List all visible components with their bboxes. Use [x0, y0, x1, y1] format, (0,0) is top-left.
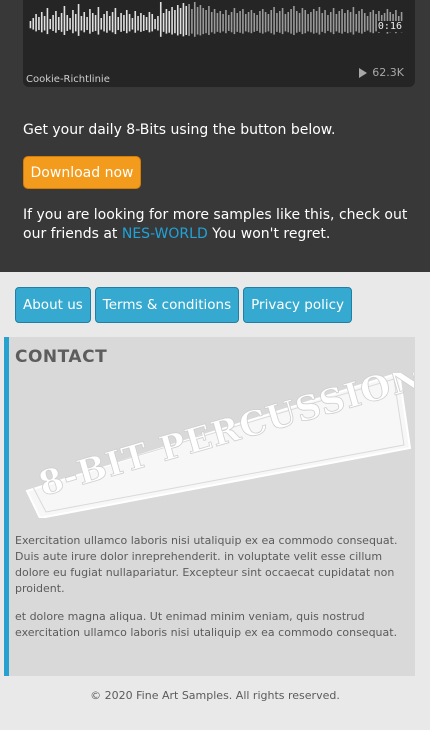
footer-nav: About us Terms & conditions Privacy poli… — [15, 287, 353, 323]
privacy-policy-button[interactable]: Privacy policy — [243, 287, 353, 323]
play-count: 62.3K — [359, 66, 404, 79]
contact-paragraph-1: Exercitation ullamco laboris nisi utaliq… — [15, 534, 398, 595]
copyright-footer: © 2020 Fine Art Samples. All rights rese… — [90, 689, 340, 702]
friends-text-after: You won't regret. — [207, 226, 331, 242]
terms-button[interactable]: Terms & conditions — [94, 287, 240, 323]
cookie-policy-link[interactable]: Cookie-Richtlinie — [26, 74, 110, 85]
contact-paragraph-2: et dolore magna aliqua. Ut enimad minim … — [15, 610, 398, 639]
download-button[interactable]: Download now — [23, 156, 141, 189]
intro-text: Get your daily 8-Bits using the button b… — [23, 122, 336, 138]
percussions-stamp-logo: 8-BIT PERCUSSIONS — [25, 373, 414, 518]
waveform[interactable] — [29, 0, 403, 52]
friends-text: If you are looking for more samples like… — [23, 206, 415, 244]
play-count-value: 62.3K — [372, 66, 404, 79]
audio-player[interactable]: 0:16 Cookie-Richtlinie 62.3K — [23, 0, 415, 87]
about-us-button[interactable]: About us — [15, 287, 91, 323]
contact-section: CONTACT 8-BIT PERCUSSIONS Exercitation u… — [4, 337, 415, 676]
play-icon — [359, 67, 368, 78]
contact-title: CONTACT — [15, 347, 108, 367]
dark-header-section: 0:16 Cookie-Richtlinie 62.3K Get your da… — [0, 0, 430, 272]
nes-world-link[interactable]: NES-WORLD — [122, 226, 208, 242]
time-display: 0:16 — [376, 21, 403, 32]
